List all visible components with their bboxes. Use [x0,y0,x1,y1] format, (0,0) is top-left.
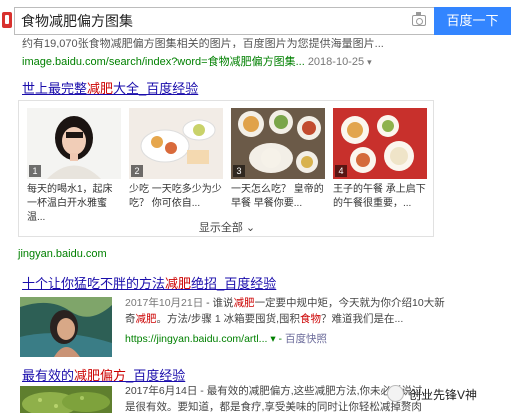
thumbnail-number: 2 [131,165,143,177]
title-part[interactable]: 最有效的 [22,368,74,383]
wechat-icon [387,385,404,402]
title-highlight[interactable]: 减肥 [87,81,113,96]
snippet-date: 2017年10月21日 [125,297,204,309]
result-title[interactable]: 十个让你猛吃不胖的方法减肥绝招_百度经验 [22,273,276,292]
title-part[interactable]: 十个让你猛吃不胖的方法 [22,276,165,291]
thumbnail-caption[interactable]: 王子的午餐 承上启下的午餐很重要，... [333,183,427,211]
result-url[interactable]: https://jingyan.baidu.com/artl... ▾ - 百度… [125,331,327,346]
search-box[interactable]: 食物减肥偏方图集 [14,7,434,35]
title-highlight[interactable]: 减肥 [165,276,191,291]
title-part[interactable]: _百度经验 [126,368,185,383]
thumbnail-food-platter[interactable]: 2 [129,108,223,179]
result-url-text[interactable]: image.baidu.com/search/index?word=食物减肥偏方… [22,56,305,68]
title-part[interactable]: 大全_百度经验 [113,81,198,96]
chevron-down-icon[interactable]: ⌄ [246,222,255,234]
baidu-logo-icon [2,12,12,28]
thumbnail-woman[interactable]: 1 [27,108,121,179]
title-highlight[interactable]: 减肥偏方 [74,368,126,383]
snippet-highlight: 食物 [300,313,322,325]
image-card-group: 1 2 3 4 每天的喝水1，起床一杯温白开水雅蜜温... 少吃 一天吃多少为少… [18,100,434,237]
search-header: 食物减肥偏方图集 百度一下 [0,0,516,42]
thumbnail-number: 3 [233,165,245,177]
snippet-text: ？难道我们是在... [321,313,404,325]
title-part[interactable]: 世上最完整 [22,81,87,96]
snippet-text: 。方法/步骤 1 冰箱要囤货,囤积 [156,313,301,325]
dropdown-arrow-icon[interactable]: ▾ [270,333,275,345]
result-date: 2018-10-25 [307,56,365,68]
snippet-text: - 谁说 [203,297,234,309]
result-snippet-line: 是很有效。要知道，都是食疗,享受美味的同时让你轻松减掉赘肉 [125,401,422,413]
search-input[interactable]: 食物减肥偏方图集 [21,8,133,34]
result-title[interactable]: 世上最完整减肥大全_百度经验 [22,78,198,97]
thumbnail-lunch-tray[interactable]: 4 [333,108,427,179]
snapshot-link[interactable]: 百度快照 [285,333,327,345]
thumbnail-caption[interactable]: 少吃 一天吃多少为少吃？ 你可依自... [129,183,223,211]
show-all-label[interactable]: 显示全部 [199,222,243,234]
camera-icon[interactable] [412,12,426,26]
show-all-button[interactable]: 显示全部 ⌄ [19,219,435,235]
result-url-text[interactable]: https://jingyan.baidu.com/artl... [125,333,267,345]
result-url[interactable]: image.baidu.com/search/index?word=食物减肥偏方… [22,53,372,69]
result-domain[interactable]: jingyan.baidu.com [18,248,107,260]
snippet-text: 一定要中规中矩，今天就为你介绍10大新 [254,297,445,309]
thumbnail-number: 1 [29,165,41,177]
snippet-highlight: 减肥 [233,297,255,309]
watermark-text: 创业先锋V神 [409,388,478,402]
result-snippet-cut: 约有19,070张食物减肥偏方图集相关的图片，百度图片为您提供海量图片... [22,38,384,48]
watermark: 创业先锋V神 [387,384,512,404]
result-snippet-line: 2017年10月21日 - 谁说减肥一定要中规中矩，今天就为你介绍10大新 [125,295,445,311]
result-image-bitter-melon[interactable] [20,386,112,413]
title-part[interactable]: 绝招_百度经验 [191,276,276,291]
result-title[interactable]: 最有效的减肥偏方_百度经验 [22,365,185,384]
result-snippet-line: 奇减肥。方法/步骤 1 冰箱要囤货,囤积食物？难道我们是在... [125,311,403,327]
result-snippet-line: 2017年6月14日 - 最有效的减肥偏方,这些减肥方法,你未必听说过... [125,385,432,397]
search-button[interactable]: 百度一下 [434,7,511,35]
thumbnail-number: 4 [335,165,347,177]
result-image-woman-water[interactable] [20,297,112,357]
dropdown-arrow-icon[interactable]: ▾ [367,57,372,67]
thumbnail-meal-tray[interactable]: 3 [231,108,325,179]
snippet-highlight: 减肥 [135,313,157,325]
snippet-text: 奇 [125,313,136,325]
thumbnail-caption[interactable]: 一天怎么吃？ 皇帝的早餐 早餐你要... [231,183,325,211]
